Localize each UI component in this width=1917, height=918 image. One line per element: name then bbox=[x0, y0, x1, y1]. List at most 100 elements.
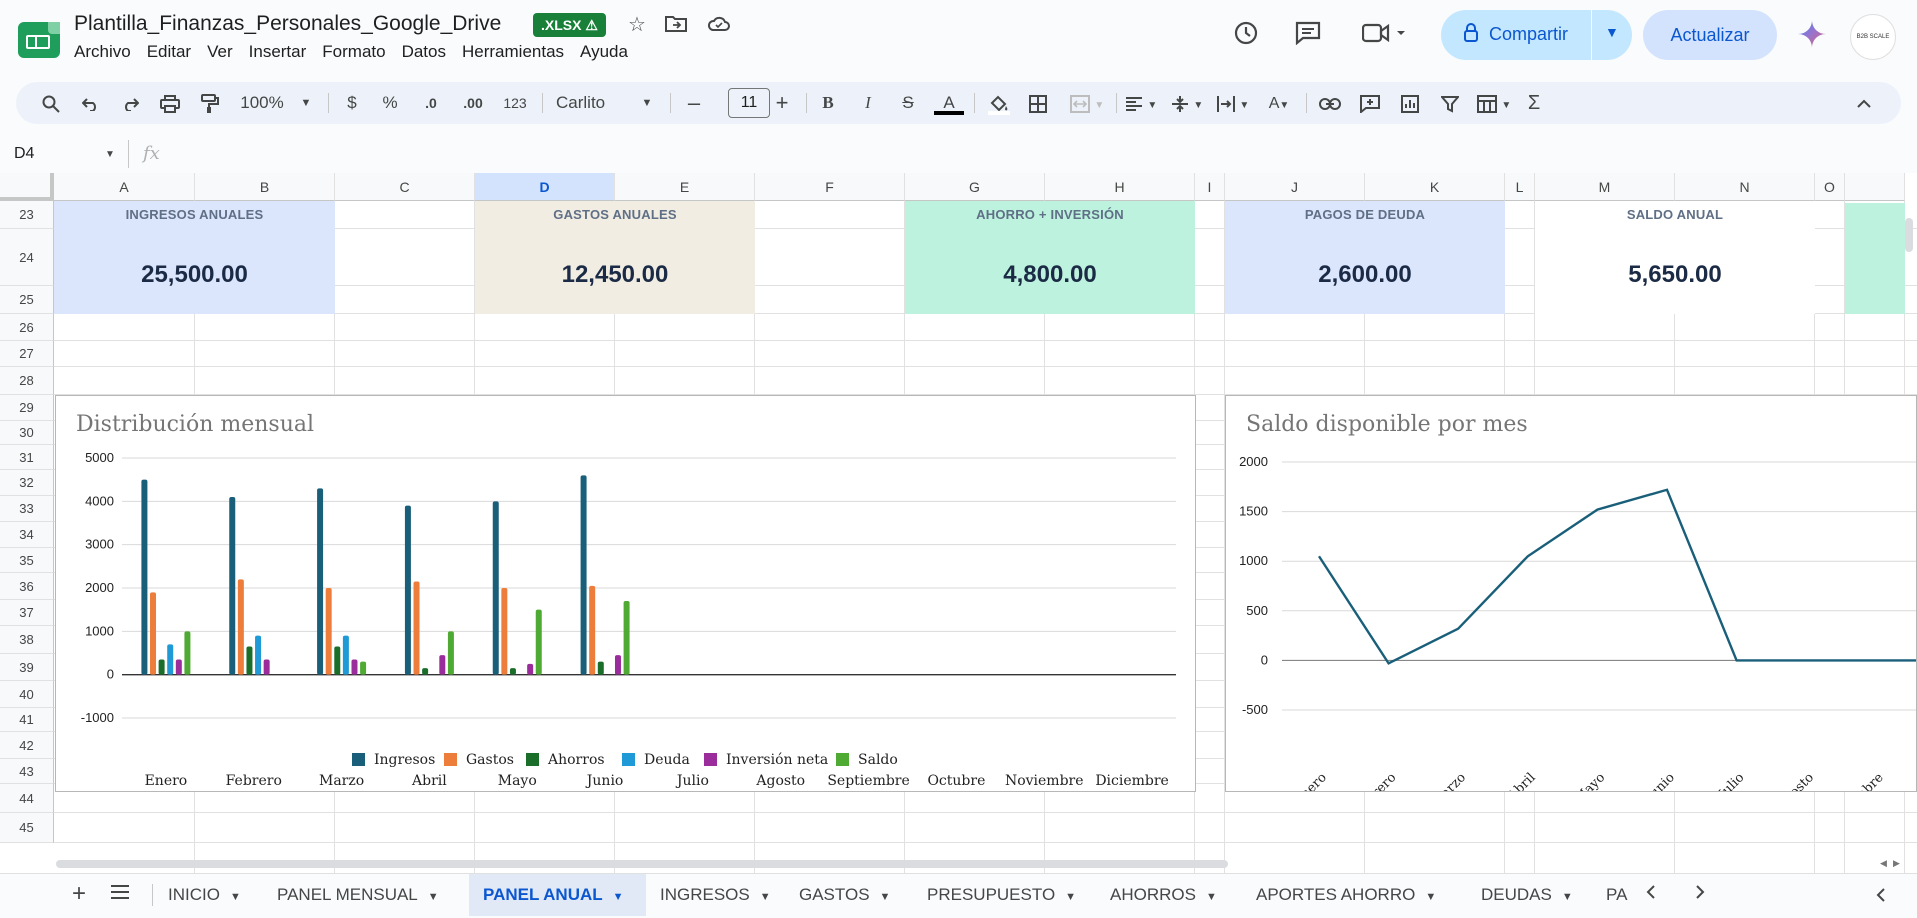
cloud-status-icon[interactable] bbox=[707, 14, 731, 38]
menu-editar[interactable]: Editar bbox=[147, 42, 199, 62]
row-header-31[interactable]: 31 bbox=[0, 445, 54, 470]
column-header-l[interactable]: L bbox=[1505, 173, 1535, 201]
row-header-26[interactable]: 26 bbox=[0, 314, 54, 341]
row-header-32[interactable]: 32 bbox=[0, 470, 54, 496]
vertical-scrollbar[interactable] bbox=[1905, 218, 1913, 252]
row-header-24[interactable]: 24 bbox=[0, 229, 54, 286]
column-header-m[interactable]: M bbox=[1535, 173, 1675, 201]
text-color-button[interactable]: A bbox=[934, 82, 964, 124]
merge-cells-icon[interactable]: ▼ bbox=[1066, 82, 1108, 124]
update-button[interactable]: Actualizar bbox=[1643, 10, 1777, 60]
insert-comment-icon[interactable] bbox=[1356, 82, 1384, 124]
share-dropdown-icon[interactable]: ▼ bbox=[1605, 24, 1619, 40]
sheet-tab-menu-icon[interactable]: ▼ bbox=[1206, 891, 1217, 903]
menu-formato[interactable]: Formato bbox=[322, 42, 393, 62]
horizontal-scrollbar[interactable] bbox=[56, 860, 1228, 868]
row-header-44[interactable]: 44 bbox=[0, 784, 54, 813]
file-format-badge[interactable]: .XLSX ⚠ bbox=[533, 13, 606, 37]
italic-button[interactable]: I bbox=[856, 82, 880, 124]
gemini-icon[interactable] bbox=[1798, 20, 1826, 54]
print-icon[interactable] bbox=[157, 82, 183, 124]
font-dropdown-icon[interactable]: ▼ bbox=[640, 82, 654, 124]
horizontal-align-icon[interactable]: ▼ bbox=[1120, 82, 1162, 124]
sheet-tab-menu-icon[interactable]: ▼ bbox=[428, 891, 439, 903]
collapse-menus-icon[interactable] bbox=[1850, 82, 1878, 124]
column-header-o[interactable]: O bbox=[1815, 173, 1845, 201]
sheet-tab-gastos[interactable]: GASTOS ▼ bbox=[785, 874, 913, 916]
borders-icon[interactable] bbox=[1026, 82, 1050, 124]
font-select[interactable]: Carlito bbox=[556, 82, 636, 124]
column-header-f[interactable]: F bbox=[755, 173, 905, 201]
share-button[interactable]: Compartir ▼ bbox=[1441, 10, 1632, 60]
insert-link-icon[interactable] bbox=[1316, 82, 1344, 124]
paint-format-icon[interactable] bbox=[197, 82, 223, 124]
row-header-25[interactable]: 25 bbox=[0, 286, 54, 314]
column-header-a[interactable]: A bbox=[54, 173, 195, 201]
column-header-i[interactable]: I bbox=[1195, 173, 1225, 201]
strikethrough-button[interactable]: S bbox=[896, 82, 920, 124]
currency-format-button[interactable]: $ bbox=[342, 82, 362, 124]
row-header-42[interactable]: 42 bbox=[0, 732, 54, 759]
sheet-tab-menu-icon[interactable]: ▼ bbox=[613, 891, 624, 903]
column-header-c[interactable]: C bbox=[335, 173, 475, 201]
column-header-g[interactable]: G bbox=[905, 173, 1045, 201]
row-header-43[interactable]: 43 bbox=[0, 759, 54, 784]
row-header-40[interactable]: 40 bbox=[0, 681, 54, 708]
filter-icon[interactable] bbox=[1436, 82, 1464, 124]
sheet-tab-aportes-ahorro[interactable]: APORTES AHORRO ▼ bbox=[1242, 874, 1467, 916]
move-folder-icon[interactable] bbox=[665, 14, 687, 38]
row-header-45[interactable]: 45 bbox=[0, 813, 54, 843]
table-views-icon[interactable]: ▼ bbox=[1472, 82, 1516, 124]
scroll-tabs-left-icon[interactable] bbox=[1645, 884, 1657, 905]
column-header-h[interactable]: H bbox=[1045, 173, 1195, 201]
sheet-tab-menu-icon[interactable]: ▼ bbox=[1562, 891, 1573, 903]
name-box[interactable]: D4 bbox=[14, 145, 34, 163]
font-size-input[interactable]: 11 bbox=[728, 88, 770, 118]
kpi-card[interactable]: INGRESOS ANUALES 25,500.00 bbox=[54, 201, 335, 314]
column-header-n[interactable]: N bbox=[1675, 173, 1815, 201]
row-header-28[interactable]: 28 bbox=[0, 367, 54, 395]
menu-ayuda[interactable]: Ayuda bbox=[580, 42, 636, 62]
kpi-card[interactable]: PAGOS DE DEUDA 2,600.00 bbox=[1225, 201, 1505, 314]
sheets-logo-icon[interactable] bbox=[18, 22, 60, 58]
scroll-left-small-icon[interactable]: ◀ bbox=[1880, 858, 1887, 869]
star-icon[interactable]: ☆ bbox=[628, 12, 646, 37]
all-sheets-icon[interactable] bbox=[110, 884, 130, 905]
row-header-35[interactable]: 35 bbox=[0, 548, 54, 573]
formula-input[interactable] bbox=[170, 140, 1900, 168]
row-header-36[interactable]: 36 bbox=[0, 573, 54, 600]
spreadsheet-grid[interactable]: ABCDEFGHIJKLMNO 23 24 25 26 27 28 29 30 31 32 33 34… bbox=[0, 173, 1917, 873]
text-wrapping-icon[interactable]: ▼ bbox=[1212, 82, 1254, 124]
row-header-27[interactable]: 27 bbox=[0, 341, 54, 367]
sheet-tab-menu-icon[interactable]: ▼ bbox=[760, 891, 771, 903]
column-header-b[interactable]: B bbox=[195, 173, 335, 201]
column-header-j[interactable]: J bbox=[1225, 173, 1365, 201]
zoom-dropdown-icon[interactable]: ▼ bbox=[299, 82, 313, 124]
sheet-tab-presupuesto[interactable]: PRESUPUESTO ▼ bbox=[913, 874, 1096, 916]
sheet-tab-pa[interactable]: PA bbox=[1592, 874, 1642, 916]
fill-color-icon[interactable] bbox=[984, 82, 1014, 124]
select-all-corner[interactable] bbox=[0, 173, 54, 201]
column-header-e[interactable]: E bbox=[615, 173, 755, 201]
row-header-34[interactable]: 34 bbox=[0, 522, 54, 548]
document-title[interactable]: Plantilla_Finanzas_Personales_Google_Dri… bbox=[74, 12, 501, 36]
side-panel-toggle-icon[interactable] bbox=[1876, 888, 1886, 907]
decrease-decimal-button[interactable]: .0 bbox=[418, 82, 444, 124]
text-rotation-icon[interactable]: A▼ bbox=[1258, 82, 1300, 124]
menu-archivo[interactable]: Archivo bbox=[74, 42, 139, 62]
sheet-tab-panel-mensual[interactable]: PANEL MENSUAL ▼ bbox=[263, 874, 469, 916]
sheet-tab-panel-anual[interactable]: PANEL ANUAL ▼ bbox=[469, 874, 646, 916]
search-menus-icon[interactable] bbox=[38, 82, 64, 124]
menu-datos[interactable]: Datos bbox=[402, 42, 454, 62]
sheet-tab-inicio[interactable]: INICIO ▼ bbox=[154, 874, 258, 916]
redo-icon[interactable] bbox=[117, 82, 143, 124]
menu-ver[interactable]: Ver bbox=[207, 42, 241, 62]
name-box-dropdown-icon[interactable]: ▼ bbox=[105, 149, 115, 160]
undo-icon[interactable] bbox=[78, 82, 104, 124]
zoom-select[interactable]: 100% bbox=[238, 82, 286, 124]
percent-format-button[interactable]: % bbox=[380, 82, 400, 124]
row-header-38[interactable]: 38 bbox=[0, 626, 54, 654]
bold-button[interactable]: B bbox=[816, 82, 840, 124]
decrease-font-size-button[interactable]: – bbox=[684, 82, 704, 124]
vertical-align-icon[interactable]: ▼ bbox=[1166, 82, 1208, 124]
